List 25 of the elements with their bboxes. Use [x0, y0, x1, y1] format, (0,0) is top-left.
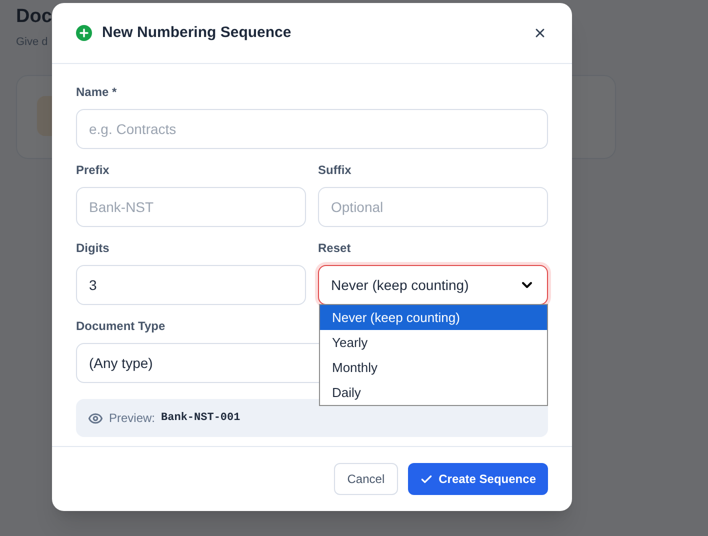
create-button[interactable]: Create Sequence: [408, 463, 548, 495]
select-field[interactable]: Never (keep counting): [318, 265, 548, 305]
cancel-button[interactable]: Cancel: [334, 463, 398, 495]
preview-label: Preview:: [109, 410, 156, 427]
field-label: Document Type: [76, 318, 166, 335]
field-label: Suffix: [318, 162, 352, 179]
preview-value: Bank-NST-001: [161, 410, 240, 426]
dropdown-option[interactable]: Monthly: [320, 355, 547, 380]
field-label: Reset: [318, 240, 351, 257]
page-subtitle: Give d: [16, 35, 48, 50]
page-title: Doc: [16, 5, 52, 29]
plus-icon: [76, 25, 92, 41]
dialog-title: New Numbering Sequence: [102, 22, 292, 43]
text-field[interactable]: Bank-NST: [76, 187, 306, 227]
dropdown-option[interactable]: Daily: [320, 380, 547, 405]
eye-icon: [88, 410, 103, 426]
check-icon: [420, 472, 433, 486]
field-label: Name *: [76, 84, 117, 101]
field-label: Prefix: [76, 162, 110, 179]
field-label: Digits: [76, 240, 110, 257]
text-field[interactable]: e.g. Contracts: [76, 109, 548, 149]
text-field[interactable]: 3: [76, 265, 306, 305]
text-field[interactable]: Optional: [318, 187, 548, 227]
dropdown-option[interactable]: Never (keep counting): [320, 305, 547, 330]
close-icon: [533, 26, 547, 40]
